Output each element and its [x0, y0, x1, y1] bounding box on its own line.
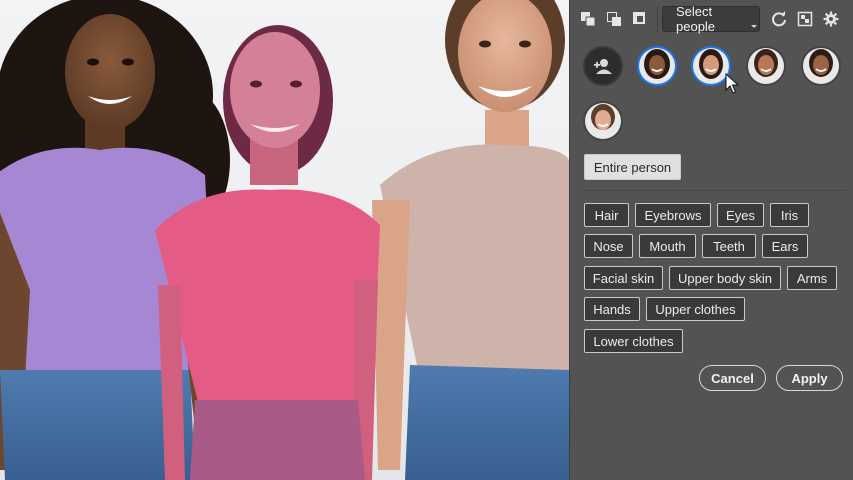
part-iris-button[interactable]: Iris: [770, 203, 809, 227]
entire-person-button[interactable]: Entire person: [584, 154, 681, 180]
avatar-person-3[interactable]: [746, 46, 786, 86]
part-nose-button[interactable]: Nose: [584, 234, 633, 258]
gear-icon[interactable]: [818, 6, 844, 32]
part-lower-clothes-button[interactable]: Lower clothes: [584, 329, 683, 353]
mouse-pointer-icon: [725, 73, 739, 94]
part-upper-body-skin-button[interactable]: Upper body skin: [669, 266, 781, 290]
avatar-person-1[interactable]: [637, 46, 677, 86]
part-ears-button[interactable]: Ears: [762, 234, 808, 258]
panel-divider: [582, 190, 846, 191]
photo-image: [0, 0, 569, 480]
part-eyebrows-button[interactable]: Eyebrows: [635, 203, 711, 227]
cancel-button[interactable]: Cancel: [699, 365, 766, 391]
add-person-button[interactable]: [583, 46, 623, 86]
person-right: [372, 0, 569, 480]
add-person-icon: [594, 59, 612, 74]
part-upper-clothes-button[interactable]: Upper clothes: [646, 297, 745, 321]
part-facial-skin-button[interactable]: Facial skin: [584, 266, 663, 290]
toolbar-separator: [657, 6, 658, 32]
part-eyes-button[interactable]: Eyes: [717, 203, 764, 227]
select-people-panel: Select people Entire person Hair Eyebrow…: [569, 0, 853, 480]
copy-stack-icon[interactable]: [575, 6, 601, 32]
select-people-label: Select people: [676, 4, 716, 34]
copy-front-icon[interactable]: [601, 6, 627, 32]
mask-grid-icon[interactable]: [792, 6, 818, 32]
refresh-icon[interactable]: [766, 6, 792, 32]
avatar-person-5[interactable]: [583, 101, 623, 141]
part-mouth-button[interactable]: Mouth: [639, 234, 696, 258]
panel-toolbar: Select people: [570, 0, 853, 38]
part-arms-button[interactable]: Arms: [787, 266, 837, 290]
part-hands-button[interactable]: Hands: [584, 297, 640, 321]
photo-canvas[interactable]: [0, 0, 569, 480]
chevron-down-icon: [751, 25, 757, 28]
part-teeth-button[interactable]: Teeth: [702, 234, 756, 258]
avatar-person-4[interactable]: [801, 46, 841, 86]
subtract-icon[interactable]: [627, 6, 653, 32]
apply-button[interactable]: Apply: [776, 365, 843, 391]
part-hair-button[interactable]: Hair: [584, 203, 629, 227]
select-people-dropdown[interactable]: Select people: [662, 4, 760, 34]
